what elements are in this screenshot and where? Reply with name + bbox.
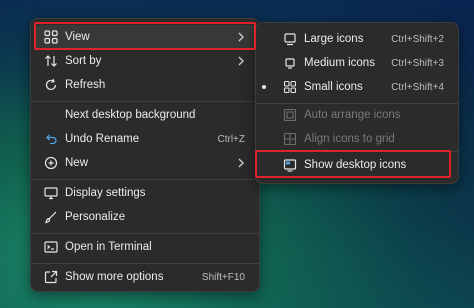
menu-item-shortcut: Ctrl+Shift+3 (391, 57, 444, 69)
menu-item-label: Align icons to grid (304, 133, 395, 145)
terminal-icon (43, 239, 59, 255)
submenu-item-medium-icons[interactable]: Medium icons Ctrl+Shift+3 (274, 51, 454, 75)
menu-item-label: Auto arrange icons (304, 109, 401, 121)
view-submenu: Large icons Ctrl+Shift+2 Medium icons Ct… (255, 22, 459, 184)
show-desktop-icon (282, 157, 298, 173)
menu-item-label: Medium icons (304, 57, 375, 69)
chevron-right-icon (235, 55, 247, 67)
menu-item-label: Show desktop icons (304, 159, 407, 171)
menu-item-open-in-terminal[interactable]: Open in Terminal (35, 235, 255, 259)
menu-item-label: New (65, 157, 89, 169)
menu-item-label: Refresh (65, 79, 106, 91)
sort-icon (43, 53, 59, 69)
submenu-item-large-icons[interactable]: Large icons Ctrl+Shift+2 (274, 27, 454, 51)
menu-item-label: Sort by (65, 55, 102, 67)
menu-item-label: Open in Terminal (65, 241, 152, 253)
menu-separator (31, 101, 259, 102)
menu-item-display-settings[interactable]: Display settings (35, 181, 255, 205)
menu-item-label: View (65, 31, 90, 43)
new-icon (43, 155, 59, 171)
submenu-item-align-icons-to-grid[interactable]: Align icons to grid (274, 127, 454, 151)
desktop-context-menu: View Sort by Refresh Next desktop backgr… (30, 18, 260, 292)
auto-arrange-icon (282, 107, 298, 123)
menu-item-next-desktop-background[interactable]: Next desktop background (35, 103, 255, 127)
menu-separator (31, 233, 259, 234)
menu-item-personalize[interactable]: Personalize (35, 205, 255, 229)
menu-item-label: Show more options (65, 271, 164, 283)
menu-item-shortcut: Shift+F10 (201, 271, 245, 283)
menu-item-shortcut: Ctrl+Shift+2 (391, 33, 444, 45)
menu-item-refresh[interactable]: Refresh (35, 73, 255, 97)
menu-item-undo-rename[interactable]: Undo Rename Ctrl+Z (35, 127, 255, 151)
menu-item-label: Large icons (304, 33, 364, 45)
menu-item-new[interactable]: New (35, 151, 255, 175)
submenu-item-small-icons[interactable]: Small icons Ctrl+Shift+4 (262, 75, 454, 99)
submenu-item-auto-arrange-icons[interactable]: Auto arrange icons (274, 103, 454, 127)
menu-item-shortcut: Ctrl+Z (217, 133, 246, 145)
selected-bullet (262, 85, 266, 89)
menu-separator (256, 151, 458, 152)
share-icon (43, 269, 59, 285)
menu-separator (31, 263, 259, 264)
menu-item-show-more-options[interactable]: Show more options Shift+F10 (35, 265, 255, 289)
brush-icon (43, 209, 59, 225)
undo-icon (43, 131, 59, 147)
menu-separator (31, 179, 259, 180)
chevron-right-icon (235, 31, 247, 43)
menu-item-sort-by[interactable]: Sort by (35, 49, 255, 73)
menu-item-label: Display settings (65, 187, 146, 199)
menu-item-label: Small icons (304, 81, 363, 93)
menu-item-label: Personalize (65, 211, 126, 223)
menu-item-label: Undo Rename (65, 133, 140, 145)
medium-icons-icon (282, 55, 298, 71)
chevron-right-icon (235, 157, 247, 169)
align-grid-icon (282, 131, 298, 147)
small-icons-icon (282, 79, 298, 95)
menu-item-view[interactable]: View (35, 25, 255, 49)
refresh-icon (43, 77, 59, 93)
display-icon (43, 185, 59, 201)
large-icons-icon (282, 31, 298, 47)
menu-item-label: Next desktop background (65, 109, 196, 121)
submenu-item-show-desktop-icons[interactable]: Show desktop icons (274, 153, 454, 177)
grid-icon (43, 29, 59, 45)
menu-item-shortcut: Ctrl+Shift+4 (391, 81, 444, 93)
